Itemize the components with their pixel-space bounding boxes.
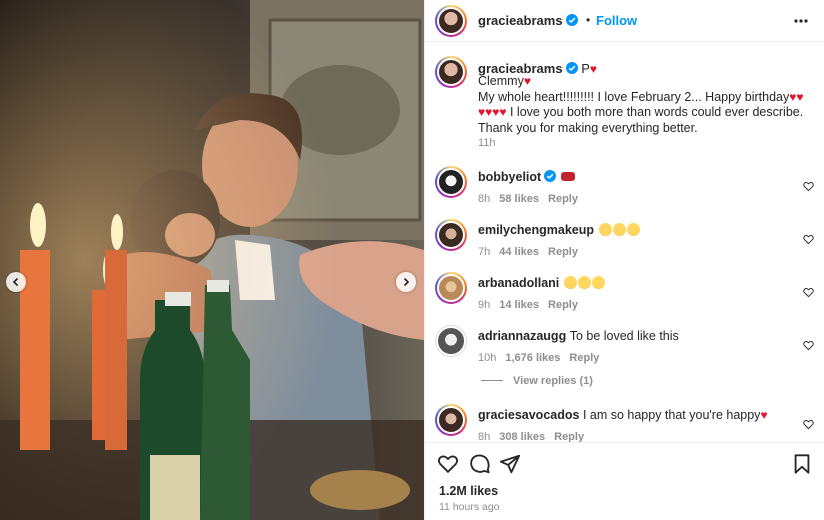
like-count[interactable]: 1.2M likes <box>439 484 498 498</box>
heart-outline-icon[interactable] <box>803 181 814 192</box>
view-replies-button[interactable]: View replies (1) <box>481 375 593 387</box>
reply-button[interactable]: Reply <box>569 352 599 364</box>
post-actions-bar <box>425 442 824 482</box>
reply-button[interactable]: Reply <box>548 193 578 205</box>
follow-button[interactable]: Follow <box>596 13 637 28</box>
comment-avatar[interactable] <box>435 166 467 198</box>
send-icon[interactable] <box>499 453 521 475</box>
carousel-next-button[interactable] <box>396 272 416 292</box>
caption-line4: I love you both more than words could ev… <box>478 105 804 135</box>
caption-text: Clemmy♥ My whole heart!!!!!!!!! I love F… <box>478 74 818 136</box>
more-options-icon[interactable] <box>793 14 809 28</box>
post-photo[interactable] <box>0 0 424 520</box>
comment-username[interactable]: arbanadollani <box>478 276 559 290</box>
caption-time[interactable]: 11h <box>478 137 496 149</box>
red-heart-emoji: ♥ <box>499 105 507 119</box>
comment-item: bobbyeliot 8h 58 likes Reply <box>425 166 824 218</box>
heart-outline-icon[interactable] <box>803 234 814 245</box>
comment-text: I am so happy that you're happy <box>582 408 761 422</box>
divider-line <box>481 380 503 381</box>
comment-likes[interactable]: 1,676 likes <box>505 352 560 364</box>
comment-username[interactable]: graciesavocados <box>478 408 579 422</box>
comment-time[interactable]: 9h <box>478 299 490 311</box>
red-heart-emoji: ♥ <box>796 89 804 104</box>
comment-likes[interactable]: 44 likes <box>499 246 539 258</box>
comment-time[interactable]: 7h <box>478 246 490 258</box>
author-username-link[interactable]: gracieabrams <box>478 13 578 28</box>
verified-badge-icon <box>544 170 557 182</box>
chevron-right-icon <box>403 277 410 287</box>
comment-username[interactable]: bobbyeliot <box>478 170 541 184</box>
post-header: gracieabrams • Follow <box>425 0 824 42</box>
photo-scene <box>0 0 424 520</box>
heart-eyes-emoji <box>563 276 577 289</box>
verified-badge-icon <box>565 14 578 26</box>
heart-eyes-emoji <box>591 276 605 289</box>
verified-badge-icon <box>565 62 578 74</box>
comment-time[interactable]: 8h <box>478 193 490 205</box>
star-struck-emoji <box>626 223 640 236</box>
red-heart-emoji: ♥ <box>760 408 768 422</box>
author-username[interactable]: gracieabrams <box>478 13 563 28</box>
post-details-panel: gracieabrams • Follow gracieabrams P♥ Cl… <box>424 0 824 520</box>
star-struck-emoji <box>612 223 626 236</box>
view-replies-label: View replies (1) <box>513 375 593 387</box>
comment-likes[interactable]: 58 likes <box>499 193 539 205</box>
comment-likes[interactable]: 14 likes <box>499 299 539 311</box>
heart-outline-icon[interactable] <box>437 453 459 475</box>
star-struck-emoji <box>598 223 612 236</box>
carousel-prev-button[interactable] <box>6 272 26 292</box>
author-avatar[interactable] <box>435 5 467 37</box>
chevron-left-icon <box>12 277 19 287</box>
bookmark-icon[interactable] <box>791 453 813 475</box>
separator-dot: • <box>586 13 591 27</box>
heart-outline-icon[interactable] <box>803 287 814 298</box>
red-heart-emoji: ♥ <box>523 74 531 88</box>
comment-text: To be loved like this <box>569 329 679 343</box>
caption-line2: Clemmy <box>478 74 524 88</box>
red-lips-emoji <box>560 172 575 181</box>
reply-button[interactable]: Reply <box>548 299 578 311</box>
comment-item: adriannazaugg To be loved like this 10h 1… <box>425 325 824 377</box>
caption-line3: My whole heart!!!!!!!!! I love February … <box>478 89 790 104</box>
comment-avatar[interactable] <box>435 404 467 436</box>
comment-avatar[interactable] <box>435 325 467 357</box>
heart-outline-icon[interactable] <box>803 340 814 351</box>
caption-author-avatar[interactable] <box>435 56 467 88</box>
comment-username[interactable]: emilychengmakeup <box>478 223 594 237</box>
comment-icon[interactable] <box>469 453 491 475</box>
comment-item: arbanadollani 9h 14 likes Reply <box>425 272 824 324</box>
comment-avatar[interactable] <box>435 272 467 304</box>
comment-username[interactable]: adriannazaugg <box>478 329 566 343</box>
reply-button[interactable]: Reply <box>548 246 578 258</box>
heart-eyes-emoji <box>577 276 591 289</box>
instagram-post-view: gracieabrams • Follow gracieabrams P♥ Cl… <box>0 0 824 520</box>
post-timestamp[interactable]: 11 hours ago <box>439 501 500 513</box>
comment-item: emilychengmakeup 7h 44 likes Reply <box>425 219 824 271</box>
comment-avatar[interactable] <box>435 219 467 251</box>
heart-outline-icon[interactable] <box>803 419 814 430</box>
comment-time[interactable]: 10h <box>478 352 496 364</box>
